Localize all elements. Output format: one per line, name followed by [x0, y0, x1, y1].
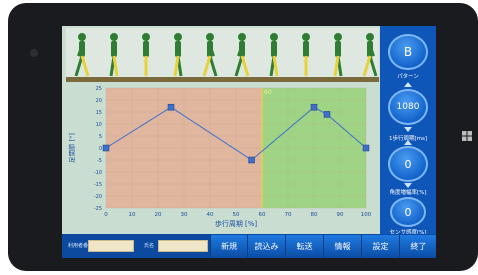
y-tick-label: 15 [96, 110, 102, 116]
settings-sidebar: B パターン 1080 1歩行周期[ms] 0 角度増幅率[%] 0 センサ感度… [380, 26, 436, 236]
y-tick-label: 10 [96, 122, 102, 128]
name-label: 氏名 [144, 243, 155, 249]
ground-strip [66, 77, 379, 82]
data-point[interactable] [323, 111, 331, 118]
user-id-field[interactable] [88, 240, 134, 252]
gait-chart: 25 20 15 10 5 0 -5 -10 -15 -20 -25 0 10 20 30 40 50 60 70 8… [66, 84, 379, 234]
x-tick-label: 50 [233, 212, 240, 218]
data-point[interactable] [102, 144, 110, 152]
y-tick-label: 25 [96, 86, 102, 92]
x-axis-label: 歩行周期 [%] [215, 219, 258, 228]
x-tick-label: 90 [337, 212, 344, 218]
new-button[interactable]: 新規 [210, 235, 247, 257]
settings-button[interactable]: 設定 [361, 235, 399, 257]
transfer-button[interactable]: 転送 [285, 235, 323, 257]
data-point[interactable] [310, 103, 318, 111]
data-point[interactable] [248, 156, 255, 164]
y-tick-label: 20 [96, 98, 102, 104]
y-tick-label: -5 [97, 158, 102, 164]
data-point[interactable] [167, 103, 175, 111]
x-tick-label: 80 [311, 212, 318, 218]
gain-label: 角度増幅率[%] [389, 190, 427, 196]
camera [30, 49, 38, 57]
name-field[interactable] [158, 240, 208, 252]
y-tick-label: -20 [94, 194, 102, 200]
x-tick-label: 70 [285, 212, 292, 218]
x-tick-label: 20 [155, 212, 162, 218]
gain-value[interactable]: 0 [388, 146, 428, 182]
data-point[interactable] [362, 144, 370, 152]
y-axis-label: 足関節 [°] [67, 133, 76, 163]
period-value[interactable]: 1080 [388, 89, 428, 125]
cycle-marker-label: 60 [264, 89, 272, 96]
y-tick-label: -10 [94, 170, 102, 176]
y-tick-label: -15 [94, 182, 102, 188]
period-down-icon[interactable] [404, 127, 412, 132]
x-tick-label: 60 [259, 212, 266, 218]
gain-up-icon[interactable] [404, 140, 412, 145]
tablet-frame: 25 20 15 10 5 0 -5 -10 -15 -20 -25 0 10 20 30 40 50 60 70 8… [8, 3, 478, 271]
x-tick-label: 0 [104, 212, 108, 218]
info-button[interactable]: 情報 [323, 235, 361, 257]
x-tick-label: 40 [207, 212, 214, 218]
load-button[interactable]: 読込み [247, 235, 285, 257]
y-tick-label: -25 [94, 206, 102, 212]
x-tick-label: 10 [129, 212, 136, 218]
gait-frames [66, 28, 379, 82]
sensor-value[interactable]: 0 [390, 197, 426, 227]
windows-logo-icon [462, 131, 472, 141]
x-tick-label: 30 [181, 212, 188, 218]
exit-button[interactable]: 終了 [399, 235, 436, 257]
x-tick-label: 100 [361, 212, 372, 218]
pattern-button[interactable]: B [388, 34, 428, 70]
y-tick-label: 5 [99, 134, 102, 140]
y-tick-label: 0 [99, 146, 102, 152]
pattern-label: パターン [397, 74, 419, 80]
app-screen: 25 20 15 10 5 0 -5 -10 -15 -20 -25 0 10 20 30 40 50 60 70 8… [62, 26, 436, 258]
period-up-icon[interactable] [404, 82, 412, 87]
bottom-toolbar: 利用者番号 氏名 新規 読込み 転送 情報 設定 終了 [62, 234, 436, 258]
